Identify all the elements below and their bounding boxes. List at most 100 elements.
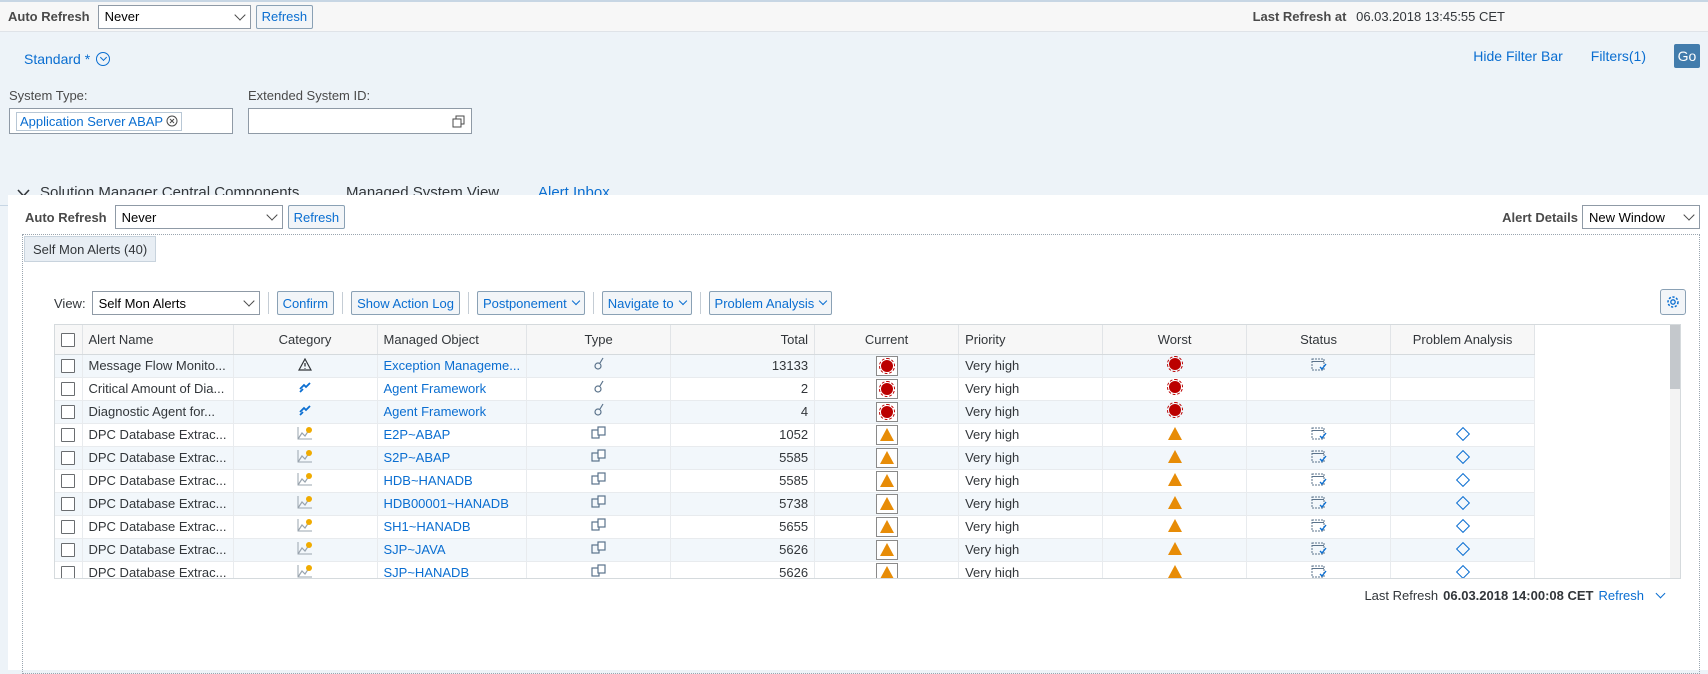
- current-alert-button[interactable]: [875, 447, 898, 468]
- problem-analysis-cell[interactable]: [1390, 561, 1536, 578]
- filters-link[interactable]: Filters(1): [1591, 48, 1646, 64]
- go-button[interactable]: Go: [1674, 44, 1700, 68]
- managed-object-link[interactable]: Agent Framework: [377, 377, 528, 401]
- problem-analysis-cell[interactable]: [1390, 515, 1536, 539]
- problem-analysis-icon[interactable]: [1455, 495, 1470, 511]
- problem-analysis-icon[interactable]: [1455, 518, 1470, 534]
- row-select-cell[interactable]: [55, 561, 83, 578]
- auto-refresh-select[interactable]: Never: [97, 4, 251, 29]
- token-remove-icon[interactable]: [166, 115, 178, 127]
- panel-auto-refresh-select[interactable]: Never: [114, 205, 283, 229]
- col-current[interactable]: Current: [814, 325, 960, 355]
- status-cell[interactable]: [1246, 354, 1392, 378]
- row-checkbox[interactable]: [61, 474, 76, 489]
- status-calendar-icon[interactable]: [1311, 496, 1327, 512]
- table-row[interactable]: DPC Database Extrac... SJP~HANADB 5626 Very…: [55, 561, 1536, 578]
- problem-analysis-icon[interactable]: [1455, 426, 1470, 442]
- col-alert-name[interactable]: Alert Name: [82, 325, 234, 355]
- managed-object-link[interactable]: SH1~HANADB: [377, 515, 528, 539]
- table-settings-button[interactable]: [1660, 289, 1686, 315]
- show-action-log-button[interactable]: Show Action Log: [351, 291, 460, 315]
- row-checkbox[interactable]: [61, 405, 76, 420]
- current-alert-button[interactable]: [875, 355, 898, 376]
- table-row[interactable]: DPC Database Extrac... SH1~HANADB 5655 Very…: [55, 515, 1536, 539]
- value-help-icon[interactable]: [452, 115, 465, 128]
- table-row[interactable]: DPC Database Extrac... HDB~HANADB 5585 Very…: [55, 469, 1536, 493]
- managed-object-link[interactable]: Exception Manageme...: [377, 354, 528, 378]
- problem-analysis-button[interactable]: Problem Analysis: [708, 291, 833, 315]
- table-row[interactable]: DPC Database Extrac... E2P~ABAP 1052 Very h…: [55, 423, 1536, 447]
- current-cell[interactable]: [814, 446, 960, 470]
- col-total[interactable]: Total: [670, 325, 816, 355]
- problem-analysis-icon[interactable]: [1455, 449, 1470, 465]
- status-calendar-icon[interactable]: [1311, 358, 1327, 374]
- system-type-token[interactable]: Application Server ABAP: [16, 111, 183, 131]
- current-cell[interactable]: [814, 423, 960, 447]
- problem-analysis-cell[interactable]: [1390, 423, 1536, 447]
- managed-object-link[interactable]: Agent Framework: [377, 400, 528, 424]
- status-calendar-icon[interactable]: [1311, 542, 1327, 558]
- row-checkbox[interactable]: [61, 451, 76, 466]
- status-cell[interactable]: [1246, 377, 1392, 401]
- managed-object-link[interactable]: HDB~HANADB: [377, 469, 528, 493]
- problem-analysis-cell[interactable]: [1390, 538, 1536, 562]
- row-checkbox[interactable]: [61, 382, 76, 397]
- col-category[interactable]: Category: [233, 325, 378, 355]
- row-select-cell[interactable]: [55, 492, 83, 516]
- current-cell[interactable]: [814, 354, 960, 378]
- table-row[interactable]: Message Flow Monito... Exception Manageme…: [55, 354, 1536, 378]
- problem-analysis-cell[interactable]: [1390, 377, 1536, 401]
- status-cell[interactable]: [1246, 538, 1392, 562]
- view-select[interactable]: Self Mon Alerts: [91, 291, 260, 315]
- status-cell[interactable]: [1246, 446, 1392, 470]
- problem-analysis-icon[interactable]: [1455, 564, 1470, 578]
- current-alert-button[interactable]: [875, 424, 898, 445]
- status-calendar-icon[interactable]: [1311, 519, 1327, 535]
- status-cell[interactable]: [1246, 423, 1392, 447]
- status-cell[interactable]: [1246, 400, 1392, 424]
- row-select-cell[interactable]: [55, 400, 83, 424]
- col-priority[interactable]: Priority: [958, 325, 1104, 355]
- row-checkbox[interactable]: [61, 359, 76, 374]
- system-type-field[interactable]: Application Server ABAP: [9, 108, 233, 134]
- status-calendar-icon[interactable]: [1311, 427, 1327, 443]
- postponement-button[interactable]: Postponement: [476, 291, 585, 315]
- row-select-cell[interactable]: [55, 354, 83, 378]
- row-checkbox[interactable]: [61, 543, 76, 558]
- col-managed-object[interactable]: Managed Object: [377, 325, 528, 355]
- footer-refresh-link[interactable]: Refresh: [1598, 588, 1644, 603]
- table-scrollbar[interactable]: [1670, 325, 1680, 578]
- current-cell[interactable]: [814, 492, 960, 516]
- status-calendar-icon[interactable]: [1311, 565, 1327, 578]
- current-cell[interactable]: [814, 561, 960, 578]
- current-cell[interactable]: [814, 515, 960, 539]
- problem-analysis-icon[interactable]: [1455, 541, 1470, 557]
- problem-analysis-cell[interactable]: [1390, 400, 1536, 424]
- status-calendar-icon[interactable]: [1311, 450, 1327, 466]
- managed-object-link[interactable]: SJP~HANADB: [377, 561, 528, 578]
- select-all-cell[interactable]: [55, 325, 83, 355]
- table-row[interactable]: Critical Amount of Dia... Agent Framework…: [55, 377, 1536, 401]
- current-alert-button[interactable]: [875, 493, 898, 514]
- managed-object-link[interactable]: E2P~ABAP: [377, 423, 528, 447]
- scrollbar-thumb[interactable]: [1670, 325, 1680, 389]
- confirm-button[interactable]: Confirm: [276, 291, 335, 315]
- chevron-down-icon[interactable]: [1655, 588, 1666, 599]
- current-cell[interactable]: [814, 400, 960, 424]
- row-select-cell[interactable]: [55, 446, 83, 470]
- status-cell[interactable]: [1246, 515, 1392, 539]
- problem-analysis-cell[interactable]: [1390, 492, 1536, 516]
- problem-analysis-cell[interactable]: [1390, 446, 1536, 470]
- current-alert-button[interactable]: [875, 539, 898, 560]
- navigate-to-button[interactable]: Navigate to: [601, 291, 692, 315]
- panel-refresh-button[interactable]: Refresh: [287, 205, 346, 229]
- row-select-cell[interactable]: [55, 469, 83, 493]
- row-checkbox[interactable]: [61, 520, 76, 535]
- table-row[interactable]: Diagnostic Agent for... Agent Framework 4 V…: [55, 400, 1536, 424]
- row-checkbox[interactable]: [61, 566, 76, 578]
- current-cell[interactable]: [814, 377, 960, 401]
- col-status[interactable]: Status: [1246, 325, 1392, 355]
- current-alert-button[interactable]: [875, 470, 898, 491]
- refresh-button[interactable]: Refresh: [255, 4, 314, 29]
- current-cell[interactable]: [814, 469, 960, 493]
